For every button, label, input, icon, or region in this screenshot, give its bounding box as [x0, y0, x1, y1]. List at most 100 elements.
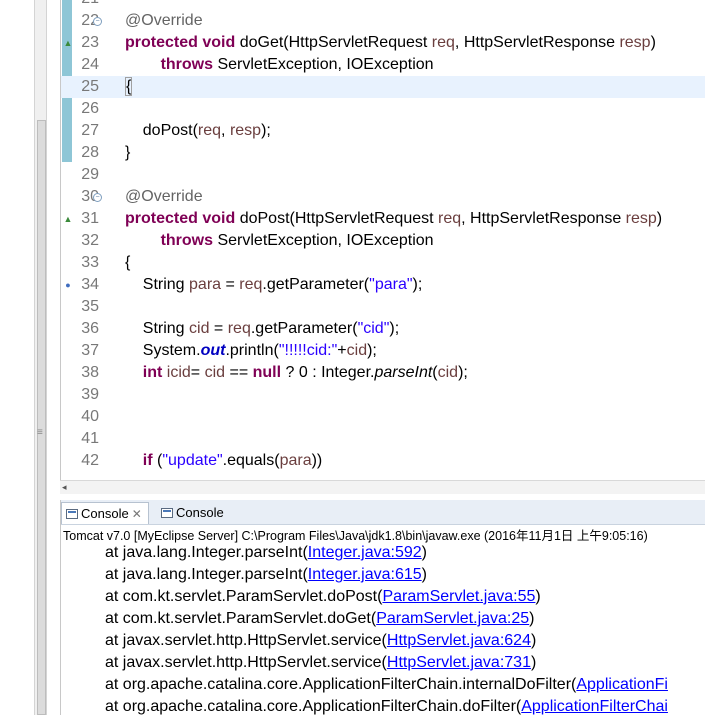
line-number: 37 [81, 342, 99, 359]
console-tab-bar: Console ✕ Console [61, 500, 705, 525]
stack-trace-line: at java.lang.Integer.parseInt(Integer.ja… [105, 542, 427, 564]
code-line[interactable]: 32 throws ServletException, IOException [61, 230, 705, 252]
tab-console-secondary[interactable]: Console [157, 502, 230, 524]
source-link[interactable]: ApplicationFilterChai [521, 698, 668, 715]
source-link[interactable]: ApplicationFi [576, 676, 668, 693]
code-token: { [125, 254, 131, 271]
code-token: { [125, 77, 133, 96]
line-number: 27 [81, 122, 99, 139]
code-line[interactable]: 29 [61, 164, 705, 186]
code-token: void [202, 210, 236, 227]
breakpoint-icon[interactable]: ● [63, 274, 73, 296]
line-number: 24 [81, 56, 99, 73]
code-token: cid [346, 342, 368, 359]
code-token: .getParameter( [262, 276, 370, 293]
stack-trace-line: at com.kt.servlet.ParamServlet.doGet(Par… [105, 608, 535, 630]
source-link[interactable]: ParamServlet.java:55 [382, 588, 535, 605]
code-token: "para" [369, 276, 413, 293]
line-number: 40 [81, 408, 99, 425]
code-token: void [202, 34, 236, 51]
line-number: 34 [81, 276, 99, 293]
code-token: req [431, 34, 455, 51]
source-link[interactable]: HttpServlet.java:731 [387, 654, 531, 671]
code-token: icid [166, 364, 191, 381]
code-token: "update" [162, 452, 223, 469]
line-number: 28 [81, 144, 99, 161]
line-number: 29 [81, 166, 99, 183]
code-token: ); [261, 122, 271, 139]
source-link[interactable]: Integer.java:615 [308, 566, 422, 583]
code-line[interactable]: 35 [61, 296, 705, 318]
code-token: protected [125, 210, 198, 227]
tab-label: Console [176, 505, 224, 520]
line-number: 25 [81, 78, 99, 95]
code-line[interactable]: 36 String cid = req.getParameter("cid"); [61, 318, 705, 340]
trace-frame-text: at org.apache.catalina.core.ApplicationF… [105, 698, 522, 715]
console-panel: Console ✕ Console Tomcat v7.0 [MyEclipse … [60, 500, 705, 715]
tab-label: Console [81, 506, 129, 521]
source-link[interactable]: ParamServlet.java:25 [376, 610, 529, 627]
scrollbar-thumb[interactable] [37, 120, 46, 715]
code-text: String para = req.getParameter("para"); [125, 274, 423, 296]
code-line[interactable]: 21 [61, 0, 705, 10]
code-token: @Override [125, 12, 203, 29]
code-token: .println( [225, 342, 279, 359]
code-token: "cid" [357, 320, 390, 337]
code-line[interactable]: 27 doPost(req, resp); [61, 120, 705, 142]
code-text: { [125, 252, 130, 274]
code-token: ) [656, 210, 663, 227]
console-icon [161, 508, 173, 518]
vertical-scrollbar[interactable]: ≡ [34, 0, 47, 715]
tab-console-active[interactable]: Console ✕ [61, 502, 149, 524]
line-number: 23 [81, 34, 99, 51]
code-line[interactable]: 24 throws ServletException, IOException [61, 54, 705, 76]
close-icon[interactable]: ✕ [132, 507, 142, 521]
code-editor[interactable]: 2122−@Override▲23protected void doGet(Ht… [60, 0, 705, 480]
code-token: )) [311, 452, 323, 469]
code-line[interactable]: 39 [61, 384, 705, 406]
code-text: int icid= cid == null ? 0 : Integer.pars… [125, 362, 468, 384]
trace-frame-text: at org.apache.catalina.core.ApplicationF… [105, 676, 577, 693]
code-token: .getParameter( [250, 320, 358, 337]
code-line[interactable]: 42 if ("update".equals(para)) [61, 450, 705, 472]
code-line[interactable]: 30− @Override [61, 186, 705, 208]
fold-toggle-icon[interactable]: − [93, 193, 102, 202]
code-token: ); [458, 364, 468, 381]
code-line[interactable]: 22− @Override [61, 10, 705, 32]
code-line[interactable]: 40 [61, 406, 705, 428]
code-line[interactable]: ▲ 23 protected void doGet(HttpServletReque… [61, 32, 705, 54]
line-number: 26 [81, 100, 99, 117]
code-line[interactable]: ● 34 String para = req.getParameter("para… [61, 274, 705, 296]
scroll-left-icon[interactable]: ◂ [62, 482, 67, 493]
fold-toggle-icon[interactable]: − [93, 17, 102, 26]
horizontal-scrollbar[interactable]: ◂ [60, 480, 705, 494]
code-line[interactable]: 28} [61, 142, 705, 164]
code-line[interactable]: 41 [61, 428, 705, 450]
override-icon[interactable]: ▲ [63, 208, 73, 230]
code-line[interactable]: 33 { [61, 252, 705, 274]
trace-frame-suffix: ) [535, 588, 541, 605]
line-number: 32 [81, 232, 99, 249]
code-token: .equals( [222, 452, 280, 469]
code-line[interactable]: 38 int icid= cid == null ? 0 : Integer.p… [61, 362, 705, 384]
code-token: == [225, 364, 253, 381]
code-token: req [227, 320, 251, 337]
source-link[interactable]: HttpServlet.java:624 [387, 632, 531, 649]
code-token: ) [650, 34, 656, 51]
code-token: cid [204, 364, 226, 381]
code-token: req [239, 276, 263, 293]
code-line[interactable]: 37 System.out.println("!!!!!cid:"+cid); [61, 340, 705, 362]
code-token: ); [367, 342, 377, 359]
code-line[interactable]: 26 [61, 98, 705, 120]
code-token: } [125, 144, 131, 161]
source-link[interactable]: Integer.java:592 [308, 544, 422, 561]
trace-frame-text: at javax.servlet.http.HttpServlet.servic… [105, 632, 387, 649]
override-icon[interactable]: ▲ [63, 32, 73, 54]
stack-trace-line: at com.kt.servlet.ParamServlet.doPost(Pa… [105, 586, 541, 608]
code-line[interactable]: 25 { [61, 76, 705, 98]
code-line[interactable]: ▲ 31 protected void doPost(HttpServletRequ… [61, 208, 705, 230]
